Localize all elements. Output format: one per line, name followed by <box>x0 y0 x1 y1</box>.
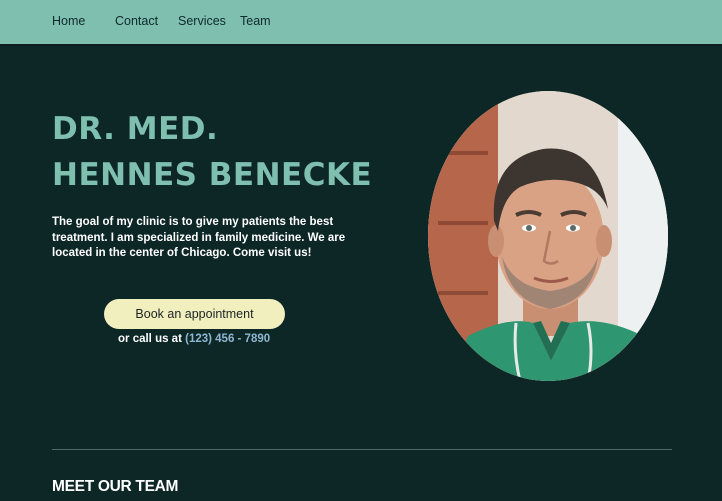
call-us-line: or call us at (123) 456 - 7890 <box>118 333 270 345</box>
nav-link-services[interactable]: Services <box>178 14 226 28</box>
title-line-1: DR. MED. <box>52 111 219 147</box>
title-line-2: HENNES BENECKE <box>52 157 373 193</box>
phone-link[interactable]: (123) 456 - 7890 <box>185 333 270 345</box>
clinic-description: The goal of my clinic is to give my pati… <box>52 216 346 259</box>
book-appointment-button[interactable]: Book an appointment <box>104 299 285 329</box>
nav-link-contact[interactable]: Contact <box>115 14 158 28</box>
doctor-name-heading: DR. MED. HENNES BENECKE <box>52 106 372 198</box>
doctor-portrait <box>428 91 668 381</box>
call-prefix: or call us at <box>118 333 186 345</box>
meet-our-team-heading: MEET OUR TEAM <box>52 478 179 495</box>
doctor-portrait-image <box>428 91 668 381</box>
top-navigation: Home Contact Services Team <box>0 0 722 44</box>
nav-link-team[interactable]: Team <box>240 14 271 28</box>
section-divider <box>52 449 672 450</box>
nav-link-home[interactable]: Home <box>52 14 85 28</box>
